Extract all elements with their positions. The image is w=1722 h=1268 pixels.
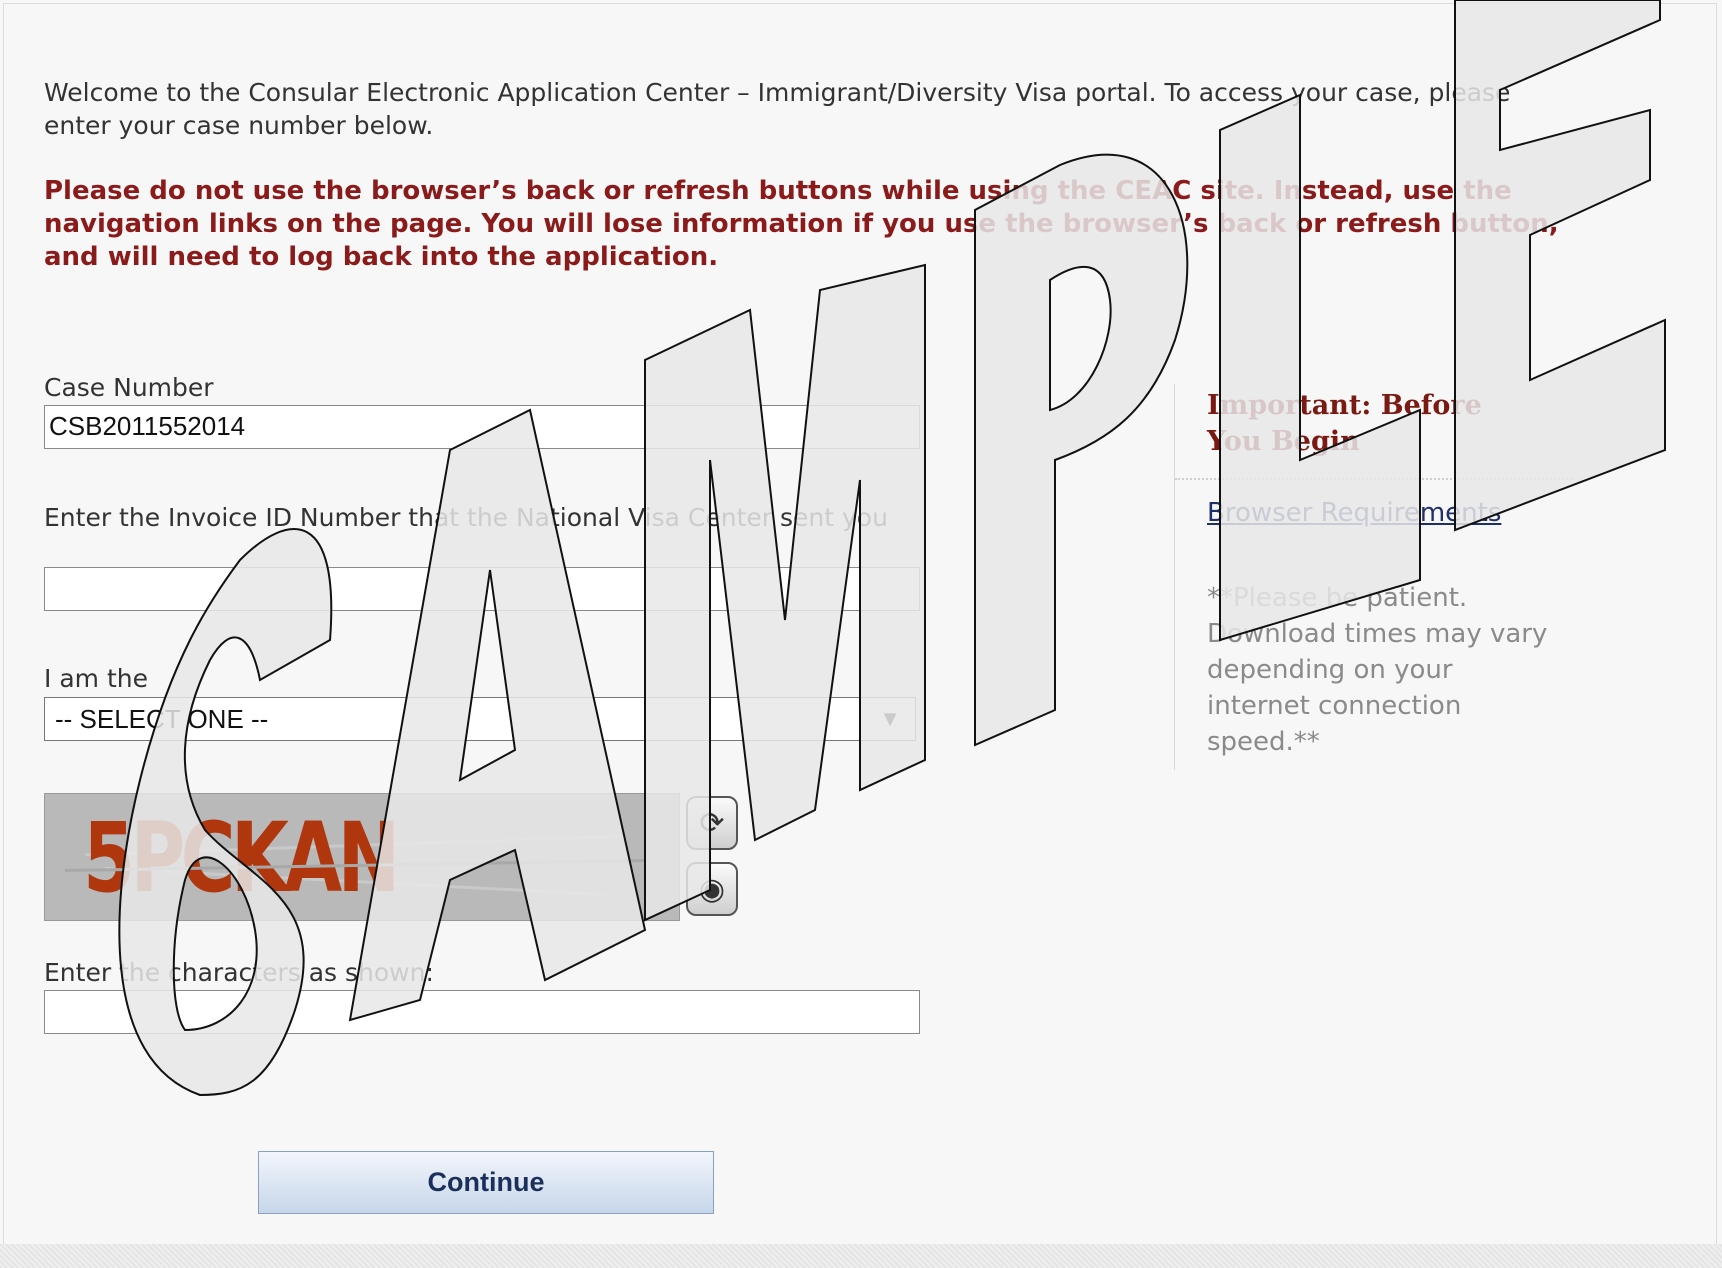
sidebar: Important: Before You Begin Browser Requ… — [1174, 384, 1575, 770]
refresh-icon: ⟳ — [699, 805, 725, 841]
intro-text: Welcome to the Consular Electronic Appli… — [44, 78, 1511, 140]
captcha-input[interactable] — [44, 990, 920, 1034]
page-footer-band — [0, 1244, 1722, 1268]
sidebar-heading: Important: Before You Begin — [1207, 390, 1482, 457]
audio-icon: ◉ — [698, 871, 726, 907]
chevron-down-icon: ▼ — [879, 706, 901, 731]
sidebar-divider — [1175, 478, 1575, 480]
role-select-value: -- SELECT ONE -- — [55, 704, 269, 734]
warning-text: Please do not use the browser’s back or … — [44, 176, 1559, 272]
invoice-input[interactable] — [44, 567, 920, 611]
audio-captcha-button[interactable]: ◉ — [686, 862, 738, 916]
continue-button[interactable]: Continue — [258, 1151, 714, 1214]
browser-requirements-link[interactable]: Browser Requirements — [1207, 498, 1501, 528]
case-number-input[interactable]: CSB2011552014 — [44, 405, 920, 449]
captcha-label: Enter the characters as shown: — [44, 958, 434, 987]
invoice-label: Enter the Invoice ID Number that the Nat… — [44, 503, 888, 532]
captcha-image: 5PCKAN — [44, 793, 680, 921]
role-label: I am the — [44, 664, 148, 693]
case-number-label: Case Number — [44, 373, 214, 402]
refresh-captcha-button[interactable]: ⟳ — [686, 796, 738, 850]
captcha-characters: 5PCKAN — [83, 802, 400, 914]
role-select[interactable]: -- SELECT ONE -- ▼ — [44, 697, 916, 741]
sidebar-note: **Please be patient. Download times may … — [1207, 583, 1548, 757]
